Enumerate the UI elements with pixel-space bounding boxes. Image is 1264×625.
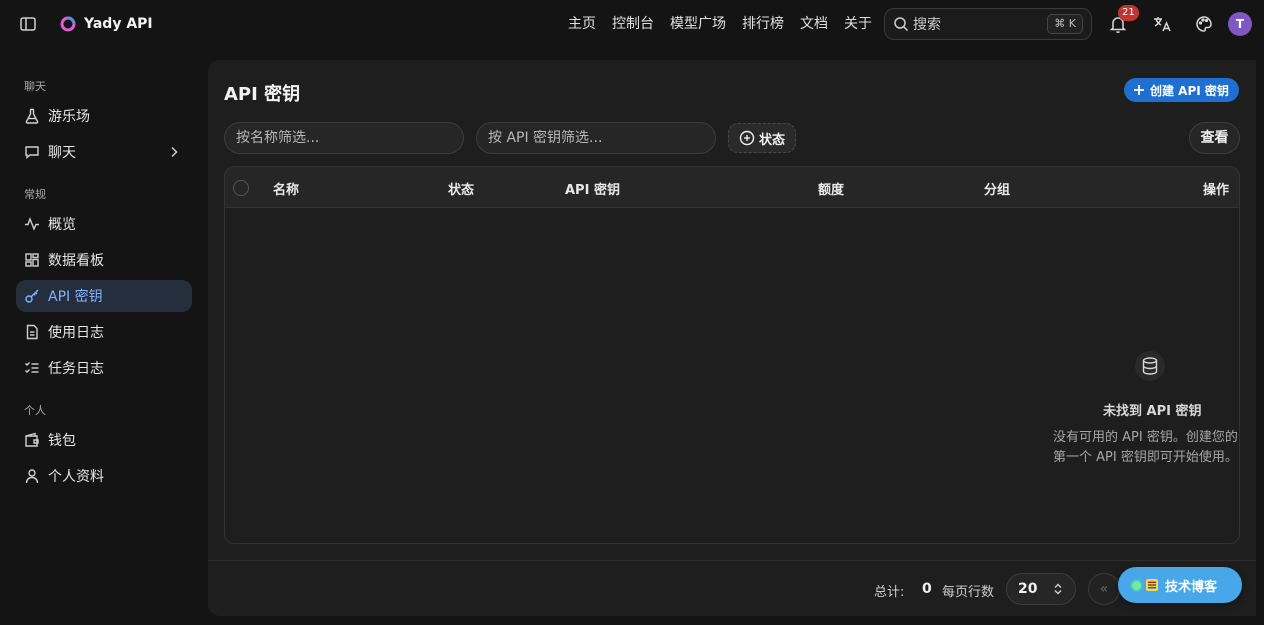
sidebar-section-general: 常规 (24, 188, 46, 201)
plus-icon (1132, 83, 1146, 97)
total-label: 总计: (874, 585, 905, 600)
sidebar-item-usage-logs[interactable]: 使用日志 (16, 316, 192, 348)
search-shortcut: ⌘ K (1047, 14, 1083, 34)
database-icon (1135, 351, 1165, 381)
translate-icon[interactable] (1152, 14, 1172, 34)
tech-blog-button[interactable]: 技术博客 (1118, 567, 1242, 603)
empty-state-title: 未找到 API 密钥 (1103, 404, 1202, 419)
plus-circle-icon (739, 130, 755, 146)
total-value: 0 (922, 581, 932, 597)
view-button[interactable]: 查看 (1189, 122, 1240, 154)
sidebar-item-label: 数据看板 (48, 253, 104, 269)
wallet-icon (24, 432, 40, 448)
column-name[interactable]: 名称 (273, 179, 299, 198)
message-icon (24, 144, 40, 160)
status-filter-label: 状态 (759, 132, 786, 148)
activity-icon (24, 216, 40, 232)
nav-leaderboard[interactable]: 排行榜 (742, 14, 784, 34)
rows-per-page-label: 每页行数 (942, 585, 995, 600)
tech-blog-label: 技术博客 (1165, 579, 1218, 595)
sidebar-item-label: 任务日志 (48, 361, 104, 377)
api-keys-table: 名称 状态 API 密钥 额度 分组 操作 未找到 API 密钥 没有可用的 A… (224, 166, 1240, 544)
sidebar-item-chat[interactable]: 聊天 (16, 136, 192, 168)
online-dot-icon (1132, 580, 1141, 590)
sidebar-item-profile[interactable]: 个人资料 (16, 460, 192, 492)
sidebar-item-label: 使用日志 (48, 325, 104, 341)
sidebar-section-personal: 个人 (24, 404, 46, 417)
chevron-up-down-icon (1051, 582, 1065, 596)
sidebar-item-api-keys[interactable]: API 密钥 (16, 280, 192, 312)
sidebar-item-task-logs[interactable]: 任务日志 (16, 352, 192, 384)
column-status[interactable]: 状态 (448, 179, 474, 198)
column-group[interactable]: 分组 (984, 179, 1010, 198)
sidebar-item-label: 游乐场 (48, 109, 90, 125)
avatar[interactable]: T (1228, 12, 1252, 36)
sidebar-item-label: 概览 (48, 217, 76, 233)
flask-icon (24, 108, 40, 124)
nav-home[interactable]: 主页 (568, 14, 596, 34)
main-panel: API 密钥 创建 API 密钥 状态 查看 名称 状态 API 密钥 额度 分… (208, 60, 1256, 616)
empty-state-description: 没有可用的 API 密钥。创建您的 第一个 API 密钥即可开始使用。 (1053, 428, 1239, 468)
book-icon (1145, 578, 1159, 592)
pagination-bar: 总计: 0 每页行数 20 « (208, 560, 1256, 616)
column-actions: 操作 (1203, 183, 1230, 198)
create-api-key-label: 创建 API 密钥 (1150, 83, 1229, 98)
sidebar-item-playground[interactable]: 游乐场 (16, 100, 192, 132)
key-icon (24, 288, 40, 304)
empty-state-line-1: 没有可用的 API 密钥。创建您的 (1053, 430, 1238, 445)
select-all-checkbox[interactable] (233, 180, 249, 196)
search-icon (893, 16, 909, 32)
search-placeholder: 搜索 (913, 17, 941, 33)
rows-per-page-select[interactable]: 20 (1006, 573, 1076, 605)
sidebar-item-dashboard[interactable]: 数据看板 (16, 244, 192, 276)
table-header: 名称 状态 API 密钥 额度 分组 操作 (225, 167, 1239, 208)
first-page-button[interactable]: « (1088, 573, 1120, 605)
rows-per-page-value: 20 (1018, 581, 1038, 597)
top-bar: Yady API 主页 控制台 模型广场 排行榜 文档 关于 搜索 ⌘ K 21… (0, 0, 1264, 48)
empty-state-line-2: 第一个 API 密钥即可开始使用。 (1053, 450, 1238, 465)
nav-docs[interactable]: 文档 (800, 14, 828, 34)
sidebar-item-label: 个人资料 (48, 469, 104, 485)
dashboard-icon (24, 252, 40, 268)
chevron-right-icon[interactable] (166, 144, 182, 160)
sidebar-item-overview[interactable]: 概览 (16, 208, 192, 240)
logo-icon (58, 14, 78, 34)
filter-name-input[interactable] (224, 122, 464, 154)
top-nav: 主页 控制台 模型广场 排行榜 文档 关于 (568, 14, 872, 34)
search-box[interactable]: 搜索 ⌘ K (884, 8, 1092, 40)
nav-about[interactable]: 关于 (844, 14, 872, 34)
palette-icon[interactable] (1194, 14, 1214, 34)
user-icon (24, 468, 40, 484)
sidebar-toggle-icon[interactable] (18, 14, 38, 34)
column-quota[interactable]: 额度 (818, 179, 844, 198)
sidebar-item-label: 聊天 (48, 145, 76, 161)
filter-key-input[interactable] (476, 122, 716, 154)
notification-badge: 21 (1118, 5, 1139, 21)
sidebar-section-chat: 聊天 (24, 80, 46, 93)
status-filter-button[interactable]: 状态 (728, 123, 797, 153)
app-title[interactable]: Yady API (84, 14, 153, 34)
sidebar-item-wallet[interactable]: 钱包 (16, 424, 192, 456)
file-icon (24, 324, 40, 340)
nav-console[interactable]: 控制台 (612, 14, 654, 34)
sidebar-item-label: 钱包 (48, 433, 76, 449)
sidebar-item-label: API 密钥 (48, 289, 103, 305)
create-api-key-button[interactable]: 创建 API 密钥 (1124, 78, 1239, 102)
column-api-key[interactable]: API 密钥 (565, 179, 620, 198)
nav-model-market[interactable]: 模型广场 (670, 14, 726, 34)
page-title: API 密钥 (224, 84, 301, 105)
list-check-icon (24, 360, 40, 376)
